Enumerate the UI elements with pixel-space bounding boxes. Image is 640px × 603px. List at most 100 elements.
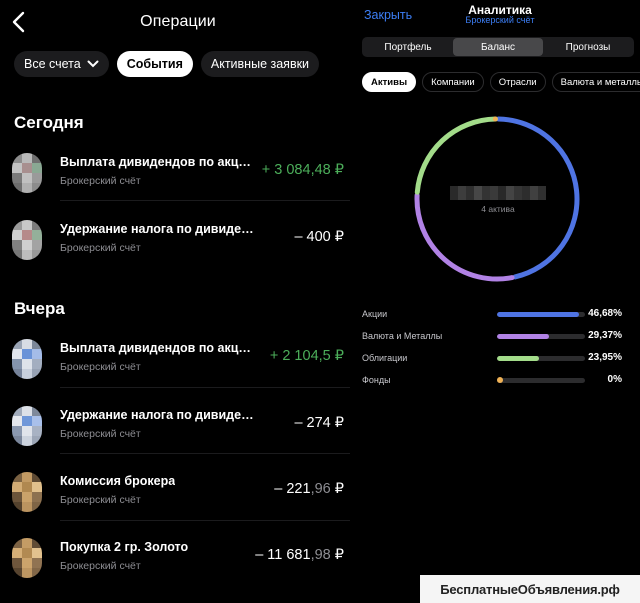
amount-fraction: ,96 bbox=[310, 481, 331, 497]
operation-amount: + 3 084,48 ₽ bbox=[262, 162, 344, 178]
icon-pixel bbox=[12, 538, 22, 548]
operation-row[interactable]: Удержание налога по дивидендам Брокерский… bbox=[0, 403, 350, 451]
icon-pixel bbox=[12, 406, 22, 416]
legend-bar-track bbox=[497, 378, 585, 383]
icon-pixel bbox=[22, 426, 32, 436]
icon-pixel bbox=[32, 339, 42, 349]
filter-chip-1[interactable]: События bbox=[116, 51, 193, 77]
icon-pixel bbox=[12, 472, 22, 482]
amount-fraction: ,48 bbox=[310, 162, 331, 178]
amount-fraction: ,5 bbox=[318, 348, 331, 364]
blur-pixel bbox=[522, 186, 530, 200]
icon-pixel bbox=[32, 436, 42, 446]
donut-segment-3 bbox=[492, 116, 498, 122]
operation-name: Выплата дивидендов по акциям... bbox=[60, 341, 258, 355]
analytics-panel: Закрыть Аналитика Брокерский счёт Портфе… bbox=[350, 0, 640, 603]
icon-pixel bbox=[32, 183, 42, 193]
asset-chip-0[interactable]: Активы bbox=[362, 72, 417, 92]
legend-row-2: Облигации 23,95% bbox=[362, 352, 634, 374]
asset-chip-2[interactable]: Отрасли bbox=[489, 72, 546, 92]
operation-account: Брокерский счёт bbox=[60, 494, 141, 506]
row-separator bbox=[60, 520, 350, 521]
filter-chip-0[interactable]: Все счета bbox=[14, 51, 109, 77]
asset-filter-chips: Активы Компании Отрасли Валюта и металлы bbox=[362, 72, 640, 92]
operation-row[interactable]: Удержание налога по дивидендам Брокерский… bbox=[0, 217, 350, 265]
operation-amount: – 221,96 ₽ bbox=[274, 481, 344, 497]
asset-chip-3[interactable]: Валюта и металлы bbox=[551, 72, 640, 92]
amount-sign: + bbox=[269, 348, 283, 364]
icon-pixel bbox=[22, 339, 32, 349]
tab-1[interactable]: Баланс bbox=[453, 38, 543, 56]
amount-fraction: ,98 bbox=[310, 547, 331, 563]
operation-name: Выплата дивидендов по акция... bbox=[60, 155, 258, 169]
operation-amount: – 400 ₽ bbox=[294, 229, 344, 245]
icon-pixel bbox=[12, 502, 22, 512]
operation-row[interactable]: Комиссия брокера Брокерский счёт – 221,96 … bbox=[0, 469, 350, 517]
icon-pixel bbox=[12, 339, 22, 349]
icon-pixel bbox=[12, 568, 22, 578]
close-button[interactable]: Закрыть bbox=[364, 8, 412, 22]
filter-chip-label: Все счета bbox=[24, 57, 81, 71]
operation-row[interactable]: Выплата дивидендов по акциям... Брокерски… bbox=[0, 336, 350, 384]
operations-panel: Операции Все счета События Активные заявки… bbox=[0, 0, 350, 603]
amount-currency: ₽ bbox=[330, 481, 344, 497]
icon-pixel bbox=[12, 548, 22, 558]
amount-sign: – bbox=[274, 481, 287, 497]
asset-chip-1[interactable]: Компании bbox=[422, 72, 484, 92]
legend-label: Облигации bbox=[362, 353, 408, 363]
legend-label: Акции bbox=[362, 309, 388, 319]
blur-pixel bbox=[482, 186, 490, 200]
icon-pixel bbox=[22, 492, 32, 502]
section-title-0: Сегодня bbox=[14, 113, 84, 132]
tab-0[interactable]: Портфель bbox=[363, 38, 453, 56]
icon-pixel bbox=[12, 183, 22, 193]
operation-account: Брокерский счёт bbox=[60, 175, 141, 187]
allocation-legend: Акции 46,68% Валюта и Металлы 29,37% Облигац… bbox=[362, 308, 634, 396]
blur-pixel bbox=[466, 186, 474, 200]
amount-currency: ₽ bbox=[330, 229, 344, 245]
icon-pixel bbox=[22, 436, 32, 446]
icon-pixel bbox=[22, 406, 32, 416]
icon-pixel bbox=[22, 173, 32, 183]
operation-account: Брокерский счёт bbox=[60, 361, 141, 373]
filter-chips: Все счета События Активные заявки bbox=[14, 51, 320, 77]
amount-sign: – bbox=[255, 547, 268, 563]
icon-pixel bbox=[32, 240, 42, 250]
row-separator bbox=[60, 453, 350, 454]
operation-amount: – 274 ₽ bbox=[294, 415, 344, 431]
icon-pixel bbox=[12, 153, 22, 163]
donut-segment-2 bbox=[414, 116, 498, 195]
tab-2[interactable]: Прогнозы bbox=[543, 38, 633, 56]
icon-pixel bbox=[22, 568, 32, 578]
operation-icon bbox=[12, 153, 42, 193]
filter-chip-2[interactable]: Активные заявки bbox=[200, 51, 320, 77]
operation-row[interactable]: Покупка 2 гр. Золото Брокерский счёт – 11 … bbox=[0, 535, 350, 583]
icon-pixel bbox=[22, 349, 32, 359]
icon-pixel bbox=[22, 369, 32, 379]
operation-account: Брокерский счёт bbox=[60, 242, 141, 254]
blur-pixel bbox=[498, 186, 506, 200]
operation-icon bbox=[12, 472, 42, 512]
icon-pixel bbox=[12, 359, 22, 369]
icon-pixel bbox=[12, 416, 22, 426]
operation-row[interactable]: Выплата дивидендов по акция... Брокерский… bbox=[0, 150, 350, 198]
amount-integer: 274 bbox=[306, 415, 331, 431]
icon-pixel bbox=[32, 220, 42, 230]
icon-pixel bbox=[22, 230, 32, 240]
amount-sign: + bbox=[261, 162, 275, 178]
icon-pixel bbox=[12, 436, 22, 446]
icon-pixel bbox=[32, 558, 42, 568]
icon-pixel bbox=[22, 220, 32, 230]
operation-icon bbox=[12, 538, 42, 578]
operation-icon bbox=[12, 406, 42, 446]
icon-pixel bbox=[12, 163, 22, 173]
operation-name: Удержание налога по дивидендам bbox=[60, 222, 258, 236]
icon-pixel bbox=[32, 250, 42, 260]
amount-currency: ₽ bbox=[330, 415, 344, 431]
icon-pixel bbox=[32, 472, 42, 482]
icon-pixel bbox=[12, 250, 22, 260]
analytics-subtitle[interactable]: Брокерский счёт bbox=[450, 15, 550, 25]
icon-pixel bbox=[32, 173, 42, 183]
legend-bar-track bbox=[497, 312, 585, 317]
amount-integer: 2 104 bbox=[282, 348, 319, 364]
